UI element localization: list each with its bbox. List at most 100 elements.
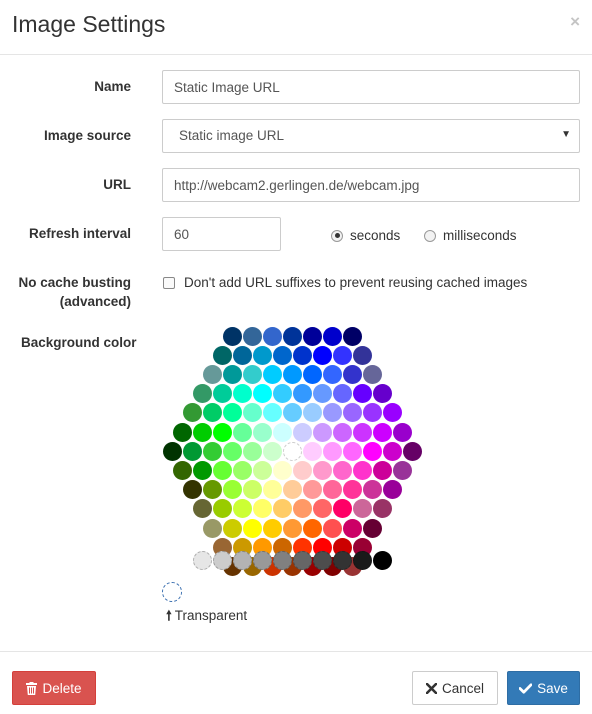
color-swatch[interactable] — [292, 499, 312, 519]
color-swatch[interactable] — [232, 422, 252, 442]
color-swatch[interactable] — [262, 441, 282, 461]
gray-swatch[interactable] — [292, 550, 312, 570]
transparent-swatch[interactable] — [162, 582, 182, 602]
color-swatch[interactable] — [202, 480, 222, 500]
gray-swatch[interactable] — [232, 550, 252, 570]
color-swatch[interactable] — [212, 460, 232, 480]
color-swatch[interactable] — [272, 422, 292, 442]
color-swatch[interactable] — [292, 384, 312, 404]
gray-swatch[interactable] — [272, 550, 292, 570]
color-swatch[interactable] — [182, 403, 202, 423]
color-swatch[interactable] — [202, 518, 222, 538]
color-swatch[interactable] — [282, 480, 302, 500]
image-source-select[interactable]: Static image URL ▼ — [162, 119, 580, 153]
gray-swatch[interactable] — [212, 550, 232, 570]
color-swatch[interactable] — [232, 460, 252, 480]
color-swatch[interactable] — [352, 345, 372, 365]
no-cache-busting-option[interactable]: Don't add URL suffixes to prevent reusin… — [163, 275, 527, 290]
color-swatch[interactable] — [252, 422, 272, 442]
color-swatch[interactable] — [372, 499, 392, 519]
color-swatch[interactable] — [242, 518, 262, 538]
color-swatch[interactable] — [282, 364, 302, 384]
color-swatch[interactable] — [292, 460, 312, 480]
color-swatch[interactable] — [372, 460, 392, 480]
color-swatch[interactable] — [252, 384, 272, 404]
color-swatch[interactable] — [282, 518, 302, 538]
color-swatch[interactable] — [322, 518, 342, 538]
color-swatch[interactable] — [272, 499, 292, 519]
color-swatch[interactable] — [302, 441, 322, 461]
color-swatch[interactable] — [202, 441, 222, 461]
radio-seconds-button[interactable] — [331, 229, 343, 242]
color-swatch[interactable] — [242, 480, 262, 500]
color-swatch[interactable] — [332, 384, 352, 404]
color-swatch[interactable] — [292, 345, 312, 365]
color-swatch[interactable] — [302, 403, 322, 423]
color-swatch[interactable] — [382, 480, 402, 500]
delete-button[interactable]: Delete — [12, 671, 96, 705]
color-swatch[interactable] — [222, 480, 242, 500]
color-swatch[interactable] — [232, 345, 252, 365]
color-swatch[interactable] — [312, 499, 332, 519]
color-swatch[interactable] — [362, 518, 382, 538]
color-swatch[interactable] — [392, 460, 412, 480]
color-swatch[interactable] — [232, 499, 252, 519]
name-input[interactable] — [162, 70, 580, 104]
gray-swatch[interactable] — [372, 550, 392, 570]
color-swatch[interactable] — [392, 422, 412, 442]
color-swatch[interactable] — [342, 518, 362, 538]
color-swatch[interactable] — [352, 499, 372, 519]
color-swatch[interactable] — [342, 480, 362, 500]
color-swatch[interactable] — [192, 460, 212, 480]
cancel-button[interactable]: Cancel — [412, 671, 498, 705]
color-swatch[interactable] — [342, 403, 362, 423]
color-swatch[interactable] — [172, 422, 192, 442]
color-swatch[interactable] — [332, 345, 352, 365]
color-swatch[interactable] — [352, 460, 372, 480]
radio-seconds[interactable]: seconds — [331, 228, 400, 243]
color-swatch[interactable] — [372, 422, 392, 442]
color-swatch[interactable] — [242, 441, 262, 461]
color-swatch[interactable] — [262, 403, 282, 423]
color-swatch[interactable] — [182, 441, 202, 461]
color-swatch[interactable] — [262, 326, 282, 346]
color-swatch[interactable] — [332, 460, 352, 480]
color-swatch[interactable] — [282, 441, 302, 461]
color-swatch[interactable] — [242, 364, 262, 384]
gray-swatch[interactable] — [352, 550, 372, 570]
close-icon[interactable]: × — [570, 12, 580, 32]
color-swatch[interactable] — [312, 384, 332, 404]
color-swatch[interactable] — [212, 345, 232, 365]
color-swatch[interactable] — [202, 403, 222, 423]
color-swatch[interactable] — [172, 460, 192, 480]
color-swatch[interactable] — [212, 422, 232, 442]
color-swatch[interactable] — [212, 384, 232, 404]
color-swatch[interactable] — [352, 384, 372, 404]
color-swatch[interactable] — [162, 441, 182, 461]
color-swatch[interactable] — [322, 364, 342, 384]
color-swatch[interactable] — [272, 384, 292, 404]
color-swatch[interactable] — [312, 460, 332, 480]
color-swatch[interactable] — [352, 422, 372, 442]
color-swatch[interactable] — [272, 460, 292, 480]
color-swatch[interactable] — [382, 441, 402, 461]
color-swatch[interactable] — [332, 499, 352, 519]
color-swatch[interactable] — [302, 364, 322, 384]
color-swatch[interactable] — [192, 422, 212, 442]
color-swatch[interactable] — [322, 480, 342, 500]
color-swatch[interactable] — [362, 480, 382, 500]
color-swatch[interactable] — [322, 403, 342, 423]
color-swatch[interactable] — [222, 518, 242, 538]
color-swatch[interactable] — [312, 422, 332, 442]
color-swatch[interactable] — [192, 384, 212, 404]
gray-swatch[interactable] — [192, 550, 212, 570]
color-swatch[interactable] — [282, 326, 302, 346]
color-swatch[interactable] — [252, 460, 272, 480]
color-swatch[interactable] — [272, 345, 292, 365]
color-swatch[interactable] — [222, 403, 242, 423]
color-swatch[interactable] — [242, 326, 262, 346]
color-swatch[interactable] — [402, 441, 422, 461]
color-swatch[interactable] — [372, 384, 392, 404]
color-swatch[interactable] — [262, 364, 282, 384]
color-swatch[interactable] — [362, 403, 382, 423]
